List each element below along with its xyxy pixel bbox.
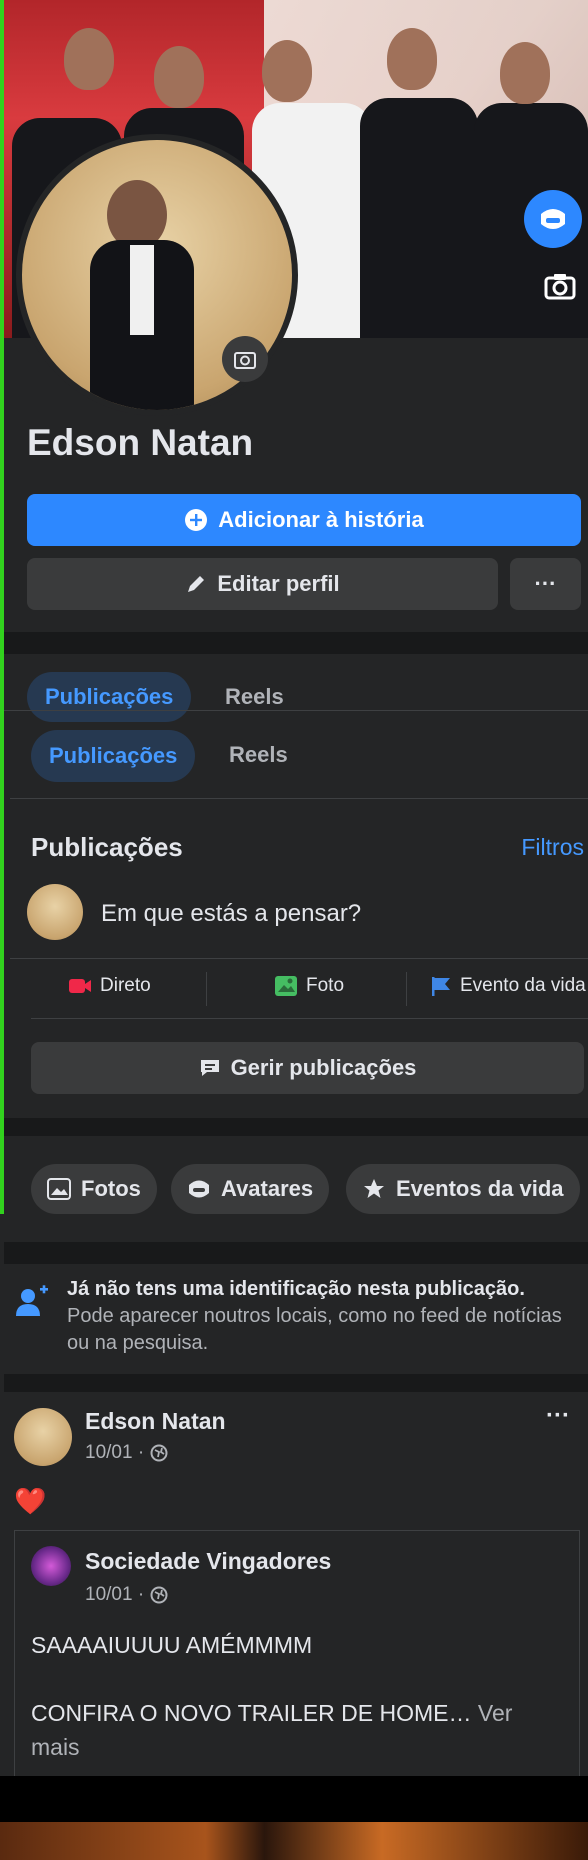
notice-title: Já não tens uma identificação nesta publ… xyxy=(67,1278,525,1300)
composer-input[interactable]: Em que estás a pensar? xyxy=(101,900,361,928)
post-media-image[interactable] xyxy=(0,1822,588,1860)
post-more-icon[interactable]: ··· xyxy=(546,1402,570,1430)
media-top-band xyxy=(0,1776,588,1822)
shared-post-text-line2: CONFIRA O NOVO TRAILER DE HOME… Ver xyxy=(31,1700,512,1727)
camera-icon xyxy=(234,352,256,369)
post-meta: 10/01 · xyxy=(85,1442,168,1464)
section-separator xyxy=(4,1374,588,1392)
chip-label: Eventos da vida xyxy=(396,1176,564,1201)
more-options-button[interactable]: ··· xyxy=(510,558,581,610)
tab-publicacoes[interactable]: Publicações xyxy=(31,730,196,782)
more-icon: ··· xyxy=(534,571,557,596)
life-event-button[interactable]: Evento da vida xyxy=(430,975,586,997)
filters-link[interactable]: Filtros xyxy=(521,834,584,861)
shared-post-date: 10/01 · xyxy=(85,1584,145,1605)
shared-post-text-line1: SAAAAIUUUU AMÉMMMM xyxy=(31,1632,313,1658)
edit-profile-picture-button[interactable] xyxy=(222,336,268,382)
edit-cover-button[interactable] xyxy=(544,272,576,305)
post-author[interactable]: Edson Natan xyxy=(85,1408,226,1435)
tab-label: Reels xyxy=(229,742,288,767)
add-to-story-button[interactable]: Adicionar à história xyxy=(27,494,581,546)
add-to-story-label: Adicionar à história xyxy=(218,507,424,532)
tag-removed-icon xyxy=(14,1284,50,1325)
globe-icon xyxy=(150,1444,168,1462)
divider xyxy=(4,710,588,711)
chip-label: Avatares xyxy=(221,1176,314,1201)
chip-label: Fotos xyxy=(81,1176,141,1201)
tab-reels-sticky[interactable]: Reels xyxy=(207,672,302,722)
manage-posts-button[interactable]: Gerir publicações xyxy=(31,1042,584,1094)
shared-author-avatar[interactable] xyxy=(31,1546,71,1586)
globe-icon xyxy=(150,1586,168,1604)
section-separator xyxy=(4,1242,588,1264)
composer-avatar[interactable] xyxy=(27,884,83,940)
post-date: 10/01 · xyxy=(85,1442,145,1463)
action-label: Evento da vida xyxy=(460,975,586,996)
shared-author[interactable]: Sociedade Vingadores xyxy=(85,1548,331,1575)
plus-circle-icon xyxy=(185,509,208,531)
tab-publicacoes-sticky[interactable]: Publicações xyxy=(27,672,192,722)
photo-icon xyxy=(47,1178,71,1200)
tab-label: Reels xyxy=(225,684,284,709)
posts-section-title: Publicações xyxy=(31,832,183,862)
divider xyxy=(206,972,207,1006)
avatar-face-icon xyxy=(541,209,565,229)
post-author-avatar[interactable] xyxy=(14,1408,72,1466)
chip-life-events[interactable]: Eventos da vida xyxy=(346,1164,580,1214)
tab-label: Publicações xyxy=(49,743,178,768)
see-more-link[interactable]: Ver xyxy=(478,1700,513,1726)
divider xyxy=(406,972,407,1006)
divider xyxy=(10,958,588,959)
manage-posts-label: Gerir publicações xyxy=(230,1055,417,1080)
star-flag-icon xyxy=(364,1179,384,1198)
tab-label: Publicações xyxy=(45,684,174,709)
photo-icon xyxy=(275,976,297,996)
tag-notice: Já não tens uma identificação nesta publ… xyxy=(67,1276,577,1357)
camera-icon xyxy=(544,274,576,300)
message-icon xyxy=(200,1060,219,1076)
avatar-badge-button[interactable] xyxy=(524,190,582,248)
edit-profile-label: Editar perfil xyxy=(217,571,340,596)
tab-reels[interactable]: Reels xyxy=(211,730,306,780)
see-more-link-cont[interactable]: mais xyxy=(31,1734,80,1761)
video-camera-icon xyxy=(69,979,91,993)
shared-post-meta: 10/01 · xyxy=(85,1584,168,1606)
profile-name: Edson Natan xyxy=(27,422,254,463)
flag-icon xyxy=(432,977,450,996)
chip-photos[interactable]: Fotos xyxy=(31,1164,157,1214)
section-separator xyxy=(4,1118,588,1136)
action-label: Direto xyxy=(100,975,151,996)
divider xyxy=(10,798,588,799)
divider xyxy=(31,1018,588,1019)
shared-post-text: CONFIRA O NOVO TRAILER DE HOME… xyxy=(31,1700,472,1726)
notice-body: Pode aparecer noutros locais, como no fe… xyxy=(67,1305,562,1354)
avatar-face-icon xyxy=(189,1180,209,1198)
live-video-button[interactable]: Direto xyxy=(68,975,151,997)
section-separator xyxy=(4,632,588,654)
photo-button[interactable]: Foto xyxy=(274,975,344,997)
pencil-icon xyxy=(188,576,205,592)
chip-avatars[interactable]: Avatares xyxy=(171,1164,330,1214)
action-label: Foto xyxy=(306,975,345,996)
post-reaction: ❤️ xyxy=(14,1486,47,1516)
edit-profile-button[interactable]: Editar perfil xyxy=(27,558,498,610)
